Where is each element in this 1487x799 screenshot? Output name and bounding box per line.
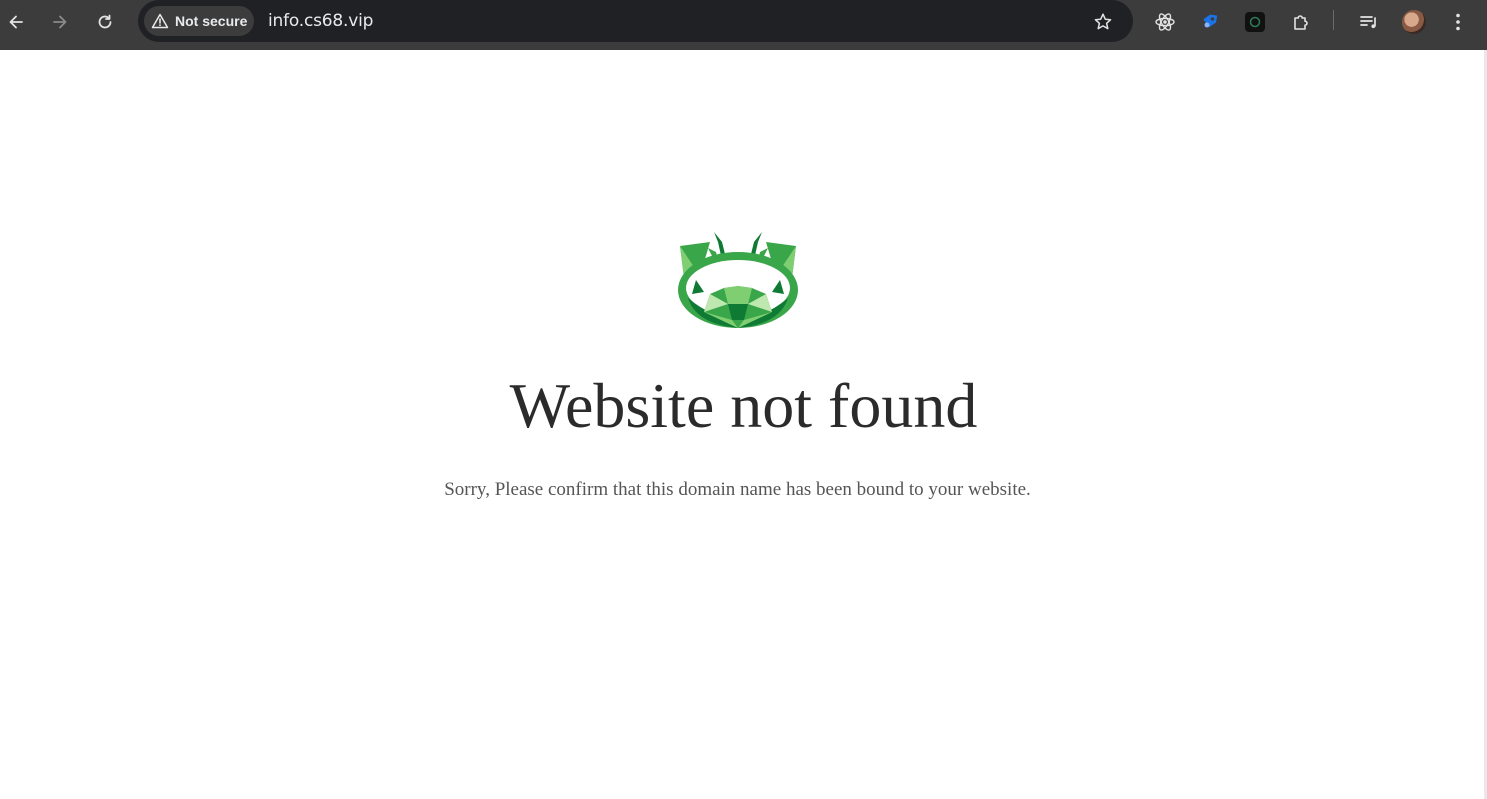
bookmark-button[interactable] (1087, 6, 1119, 38)
page-content: Website not found Sorry, Please confirm … (0, 50, 1487, 799)
address-bar[interactable]: Not secure info.cs68.vip (138, 0, 1133, 42)
reading-list-button[interactable] (1353, 6, 1385, 38)
error-message: Sorry, Please confirm that this domain n… (444, 479, 1031, 500)
dark-extension[interactable] (1239, 6, 1271, 38)
warning-icon (151, 13, 169, 29)
site-logo (678, 232, 798, 328)
extensions-button[interactable] (1285, 6, 1317, 38)
profile-button[interactable] (1398, 6, 1430, 38)
menu-button[interactable] (1442, 6, 1474, 38)
security-chip[interactable]: Not secure (144, 6, 254, 36)
page-heading: Website not found (509, 370, 978, 441)
reload-button[interactable] (89, 6, 121, 38)
back-button[interactable] (0, 6, 32, 38)
puzzle-icon (1294, 15, 1308, 30)
arrow-left-icon (9, 15, 23, 29)
dark-circle-icon (1245, 12, 1265, 32)
react-atom-icon (1155, 13, 1175, 31)
security-chip-label: Not secure (175, 13, 248, 29)
forward-button[interactable] (44, 6, 76, 38)
star-icon (1094, 13, 1112, 30)
browser-toolbar: Not secure info.cs68.vip (0, 0, 1487, 50)
arrow-right-icon (53, 15, 67, 29)
three-dots-icon (1456, 13, 1460, 31)
avatar (1402, 10, 1426, 34)
reading-list-icon (1360, 16, 1376, 29)
url-text[interactable]: info.cs68.vip (268, 11, 373, 31)
toolbar-separator (1333, 10, 1334, 30)
blue-tag-extension[interactable] (1194, 6, 1226, 38)
blue-tag-icon (1203, 14, 1218, 28)
react-devtools-extension[interactable] (1149, 6, 1181, 38)
reload-icon (98, 14, 112, 29)
